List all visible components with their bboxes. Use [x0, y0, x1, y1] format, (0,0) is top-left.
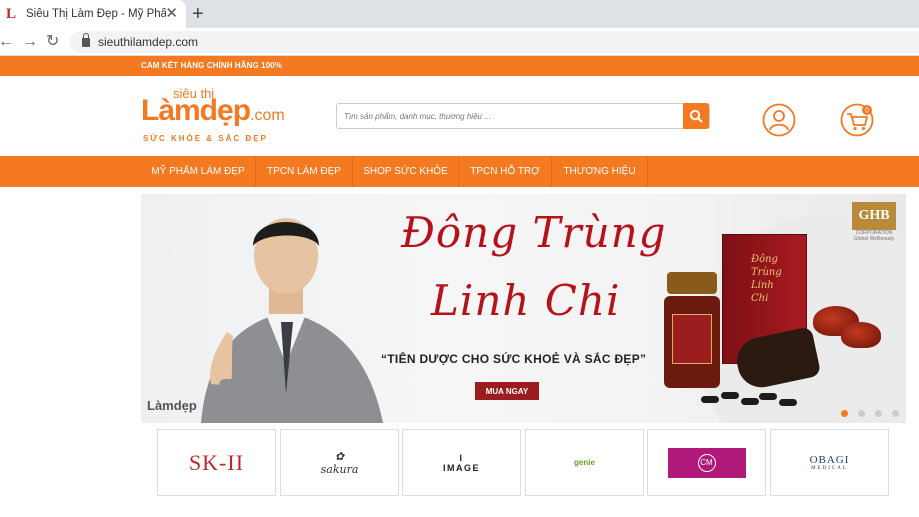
forward-arrow-icon[interactable]: →: [22, 32, 38, 52]
brand-tile-cm[interactable]: CM: [647, 429, 766, 496]
nav-item-tpcn-lam-dep[interactable]: TPCN LÀM ĐẸP: [256, 156, 353, 187]
banner-title-line1: Đông Trùng: [401, 208, 667, 257]
site-logo[interactable]: siêu thị Làmdẹp.com SỨC KHỎE & SẮC ĐẸP: [141, 84, 291, 148]
tab-title: Siêu Thị Làm Đẹp - Mỹ Phẩm & T: [26, 8, 166, 20]
ghb-logo: GHB CORPORATION Global Wellbeauty: [852, 202, 896, 244]
ghb-logo-subtitle: CORPORATION Global Wellbeauty: [853, 230, 895, 242]
buy-now-button[interactable]: MUA NGAY: [475, 382, 539, 400]
nav-item-label: MỸ PHẨM LÀM ĐẸP: [151, 166, 245, 177]
carousel-dot[interactable]: [858, 410, 865, 417]
carousel-dots: [841, 410, 901, 418]
nav-item-thuong-hieu[interactable]: THƯƠNG HIỆU: [552, 156, 648, 187]
promo-bar: CAM KẾT HÀNG CHÍNH HÃNG 100%: [0, 56, 919, 76]
ghb-logo-mark: GHB: [852, 202, 896, 230]
new-tab-button[interactable]: +: [192, 4, 204, 24]
nav-item-label: TPCN HỖ TRỢ: [470, 166, 540, 177]
brand-tile-genie[interactable]: genie: [525, 429, 644, 496]
address-bar[interactable]: sieuthilamdep.com: [70, 31, 919, 53]
nav-item-shop-suc-khoe[interactable]: SHOP SỨC KHỎE: [353, 156, 459, 187]
account-icon[interactable]: [762, 103, 796, 142]
close-tab-icon[interactable]: ✕: [165, 6, 178, 22]
back-arrow-icon[interactable]: ←: [0, 32, 14, 52]
nav-item-tpcn-ho-tro[interactable]: TPCN HỖ TRỢ: [459, 156, 552, 187]
brand-logo-genie: genie: [574, 458, 595, 467]
search-icon: [689, 109, 703, 123]
search-input[interactable]: [337, 104, 683, 128]
search-bar: [336, 103, 710, 129]
browser-tab-strip: L Siêu Thị Làm Đẹp - Mỹ Phẩm & T ✕ +: [0, 0, 919, 28]
cart-icon[interactable]: 0: [840, 103, 876, 142]
brand-name-sakura: sakura: [320, 462, 359, 476]
logo-wordmark: Làmdẹp: [141, 94, 251, 127]
banner-tagline: “TIÊN DƯỢC CHO SỨC KHOẺ VÀ SẮC ĐẸP”: [381, 352, 647, 366]
brand-logo-cm: CM: [667, 447, 746, 478]
product-jar-image: [664, 272, 720, 388]
product-box-label: Đông Trùng Linh Chi: [751, 254, 782, 304]
brand-logo-obagi: OBAGI MEDICAL: [810, 454, 850, 471]
url-text: sieuthilamdep.com: [98, 35, 199, 49]
brand-tile-skii[interactable]: SK-II: [157, 429, 276, 496]
spokesperson-image: [201, 218, 383, 423]
carousel-dot[interactable]: [892, 410, 899, 417]
brand-tile-image[interactable]: I IMAGE: [402, 429, 521, 496]
logo-tagline: SỨC KHỎE & SẮC ĐẸP: [143, 134, 268, 143]
carousel-dot[interactable]: [875, 410, 882, 417]
brand-name-image: IMAGE: [442, 462, 480, 473]
logo-main-text: Làmdẹp.com: [141, 94, 285, 128]
site-favicon-icon: L: [6, 6, 17, 22]
capsules-image: [701, 390, 811, 410]
brand-name-cm: CM: [697, 453, 716, 472]
brand-logo-sakura: ✿ sakura: [320, 449, 359, 476]
promo-text: CAM KẾT HÀNG CHÍNH HÃNG 100%: [141, 61, 283, 70]
main-nav: MỸ PHẨM LÀM ĐẸP TPCN LÀM ĐẸP SHOP SỨC KH…: [0, 156, 919, 187]
brand-tile-sakura[interactable]: ✿ sakura: [280, 429, 399, 496]
brand-tile-obagi[interactable]: OBAGI MEDICAL: [770, 429, 889, 496]
lock-icon: [82, 32, 90, 47]
logo-suffix: .com: [250, 107, 285, 124]
banner-watermark-logo: Làmdẹp: [147, 398, 197, 413]
brand-logo-skii: SK-II: [188, 449, 245, 475]
reload-icon[interactable]: ↻: [46, 32, 59, 52]
mushroom-image: [841, 322, 881, 348]
brand-subname-obagi: MEDICAL: [811, 466, 848, 471]
browser-toolbar: ← → ↻ sieuthilamdep.com: [0, 28, 919, 56]
cart-count: 0: [865, 108, 869, 115]
carousel-dot-active[interactable]: [841, 410, 848, 417]
nav-item-label: THƯƠNG HIỆU: [563, 166, 636, 177]
site-header: siêu thị Làmdẹp.com SỨC KHỎE & SẮC ĐẸP 0: [0, 76, 919, 156]
browser-tab[interactable]: L Siêu Thị Làm Đẹp - Mỹ Phẩm & T ✕: [0, 0, 186, 28]
nav-item-label: TPCN LÀM ĐẸP: [267, 166, 341, 177]
nav-item-my-pham-lam-dep[interactable]: MỸ PHẨM LÀM ĐẸP: [141, 156, 256, 187]
hero-banner[interactable]: Đông Trùng Linh Chi “TIÊN DƯỢC CHO SỨC K…: [141, 194, 906, 423]
search-button[interactable]: [683, 103, 709, 129]
banner-title-line2: Linh Chi: [431, 276, 621, 325]
brand-logo-image: I IMAGE: [442, 452, 480, 473]
brand-name-obagi: OBAGI: [809, 454, 850, 466]
nav-item-label: SHOP SỨC KHỎE: [363, 166, 448, 177]
